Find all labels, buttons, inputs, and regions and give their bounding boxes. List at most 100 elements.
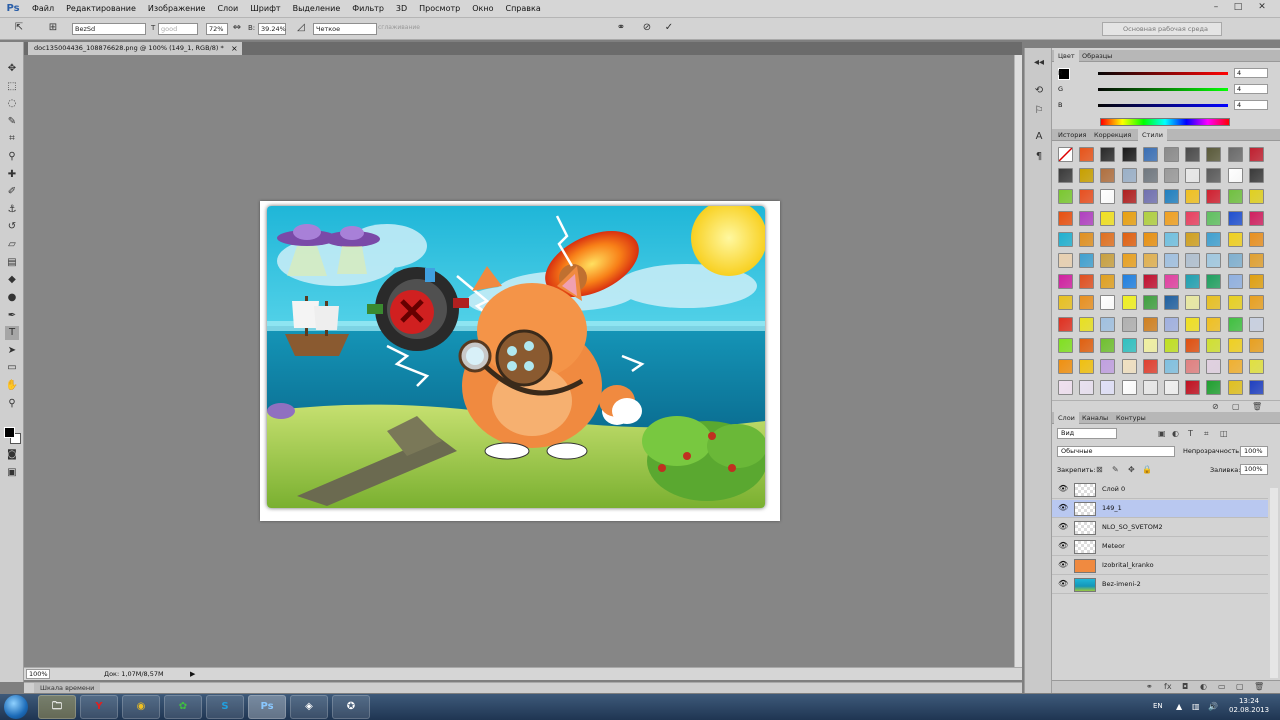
- layer-row[interactable]: 👁 Izobrital_kranko: [1052, 557, 1268, 575]
- tab-history[interactable]: История: [1054, 129, 1090, 141]
- style-swatch[interactable]: [1206, 358, 1222, 374]
- style-swatch[interactable]: [1163, 210, 1179, 226]
- style-swatch[interactable]: [1121, 231, 1137, 247]
- red-slider[interactable]: [1098, 72, 1228, 75]
- crop-tool-icon[interactable]: ⌗: [5, 132, 19, 146]
- style-swatch[interactable]: [1163, 168, 1179, 184]
- style-swatch[interactable]: [1079, 380, 1095, 396]
- style-swatch[interactable]: [1248, 189, 1264, 205]
- photoshop-taskbar-icon[interactable]: Ps: [248, 695, 286, 719]
- skype-taskbar-icon[interactable]: S: [206, 695, 244, 719]
- style-swatch[interactable]: [1058, 252, 1073, 268]
- style-swatch[interactable]: [1185, 147, 1201, 162]
- status-menu-arrow-icon[interactable]: ▶: [190, 668, 195, 680]
- path-select-tool-icon[interactable]: ➤: [5, 344, 19, 358]
- style-swatch[interactable]: [1079, 358, 1095, 374]
- style-swatch[interactable]: [1163, 147, 1179, 162]
- close-tab-icon[interactable]: ×: [231, 42, 238, 55]
- style-swatch[interactable]: [1058, 380, 1073, 396]
- b-value-field[interactable]: 39.24%: [258, 23, 286, 35]
- menu-3d[interactable]: 3D: [390, 0, 413, 18]
- menu-layers[interactable]: Слои: [211, 0, 244, 18]
- style-swatch[interactable]: [1248, 210, 1264, 226]
- style-swatch[interactable]: [1227, 358, 1243, 374]
- style-swatch[interactable]: [1206, 189, 1222, 205]
- gradient-tool-icon[interactable]: ▤: [5, 256, 19, 270]
- style-swatch[interactable]: [1100, 316, 1116, 332]
- style-swatch[interactable]: [1227, 168, 1243, 184]
- app2-taskbar-icon[interactable]: ✪: [332, 695, 370, 719]
- style-swatch[interactable]: [1058, 189, 1073, 205]
- style-swatch[interactable]: [1079, 295, 1095, 311]
- explorer-taskbar-icon[interactable]: 🗀: [38, 695, 76, 719]
- icq-taskbar-icon[interactable]: ✿: [164, 695, 202, 719]
- style-swatch[interactable]: [1163, 337, 1179, 353]
- style-swatch[interactable]: [1185, 274, 1201, 290]
- layers-scrollbar[interactable]: [1270, 488, 1278, 678]
- cancel-icon[interactable]: ⊘: [640, 21, 654, 35]
- style-swatch[interactable]: [1121, 147, 1137, 162]
- style-swatch[interactable]: [1100, 358, 1116, 374]
- close-window-button[interactable]: ✕: [1254, 1, 1270, 13]
- timeline-tab[interactable]: Шкала времени: [34, 683, 101, 693]
- filter-type-icon[interactable]: T: [1188, 429, 1193, 438]
- history-brush-icon[interactable]: ↺: [5, 220, 19, 234]
- visibility-eye-icon[interactable]: 👁: [1058, 484, 1068, 493]
- style-swatch[interactable]: [1163, 231, 1179, 247]
- style-swatch[interactable]: [1142, 274, 1158, 290]
- style-swatch[interactable]: [1100, 337, 1116, 353]
- menu-file[interactable]: Файл: [26, 0, 60, 18]
- filter-shape-icon[interactable]: ⌗: [1204, 429, 1209, 439]
- style-swatch[interactable]: [1206, 337, 1222, 353]
- style-swatch[interactable]: [1163, 380, 1179, 396]
- menu-image[interactable]: Изображение: [142, 0, 212, 18]
- style-swatch[interactable]: [1079, 316, 1095, 332]
- styles-clear-icon[interactable]: ⊘: [1212, 402, 1219, 411]
- volume-icon[interactable]: 🔊: [1208, 702, 1218, 711]
- style-swatch[interactable]: [1163, 274, 1179, 290]
- style-swatch[interactable]: [1058, 316, 1073, 332]
- style-swatch[interactable]: [1100, 380, 1116, 396]
- type-tool-icon[interactable]: T: [5, 326, 19, 340]
- style-swatch[interactable]: [1227, 274, 1243, 290]
- style-swatch[interactable]: [1185, 168, 1201, 184]
- eyedropper-tool-icon[interactable]: ⚲: [5, 150, 19, 164]
- styles-new-icon[interactable]: ▢: [1232, 402, 1240, 411]
- chrome-taskbar-icon[interactable]: ◉: [122, 695, 160, 719]
- visibility-eye-icon[interactable]: 👁: [1058, 579, 1068, 588]
- style-swatch[interactable]: [1227, 147, 1243, 162]
- lock-all-icon[interactable]: 🔒: [1142, 465, 1152, 474]
- maximize-button[interactable]: □: [1230, 1, 1246, 13]
- character-panel-icon[interactable]: A: [1032, 130, 1046, 144]
- zoom-tool-icon[interactable]: ⚲: [5, 397, 19, 411]
- style-swatch[interactable]: [1121, 295, 1137, 311]
- style-swatch[interactable]: [1206, 168, 1222, 184]
- menu-help[interactable]: Справка: [499, 0, 546, 18]
- style-swatch[interactable]: [1079, 337, 1095, 353]
- style-swatch[interactable]: [1079, 210, 1095, 226]
- style-swatch[interactable]: [1227, 380, 1243, 396]
- tab-layers[interactable]: Слои: [1054, 412, 1079, 424]
- style-swatch[interactable]: [1227, 295, 1243, 311]
- quick-mask-icon[interactable]: ◙: [5, 448, 19, 462]
- shape-tool-icon[interactable]: ▭: [5, 361, 19, 375]
- layer-style-icon[interactable]: fx: [1164, 682, 1172, 691]
- style-swatch[interactable]: [1206, 210, 1222, 226]
- filter-smart-icon[interactable]: ◫: [1220, 429, 1228, 438]
- style-swatch[interactable]: [1206, 380, 1222, 396]
- style-swatch[interactable]: [1058, 295, 1073, 311]
- style-swatch[interactable]: [1142, 380, 1158, 396]
- adjustment-layer-icon[interactable]: ◐: [1200, 682, 1207, 691]
- style-swatch[interactable]: [1121, 168, 1137, 184]
- style-swatch[interactable]: [1185, 337, 1201, 353]
- hand-tool-icon[interactable]: ✋: [5, 379, 19, 393]
- tab-paths[interactable]: Контуры: [1112, 412, 1150, 424]
- layer-mask-icon[interactable]: ◘: [1182, 682, 1188, 691]
- style-swatch[interactable]: [1121, 189, 1137, 205]
- style-swatch[interactable]: [1100, 231, 1116, 247]
- style-swatch[interactable]: [1079, 147, 1095, 162]
- yandex-taskbar-icon[interactable]: Y: [80, 695, 118, 719]
- document-tab[interactable]: doc135004436_108876628.png @ 100% (149_1…: [28, 42, 242, 55]
- pen-tool-icon[interactable]: ✒: [5, 309, 19, 323]
- document-canvas[interactable]: [260, 201, 780, 521]
